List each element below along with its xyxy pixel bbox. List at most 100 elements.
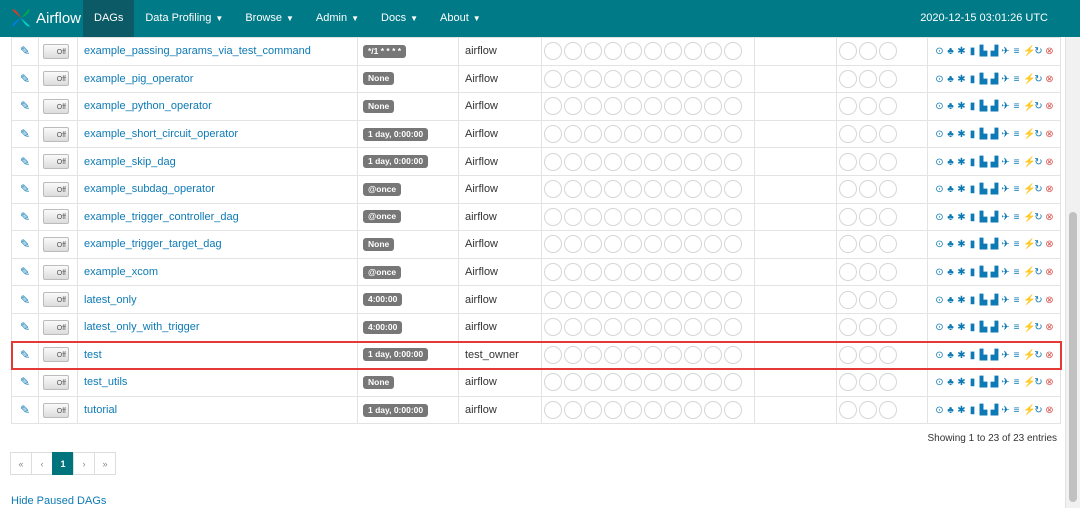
refresh-icon[interactable]: ↻ [1034,129,1043,140]
task-tries-icon[interactable]: ▙ [979,212,988,223]
dag-run-state-circle[interactable] [664,318,682,337]
recent-task-circle[interactable] [839,42,857,61]
dag-run-state-circle[interactable] [544,69,562,88]
edit-icon[interactable]: ✎ [20,403,30,417]
gantt-icon[interactable]: ≡ [1012,157,1021,168]
recent-task-circle[interactable] [839,318,857,337]
dag-link[interactable]: example_skip_dag [84,156,176,168]
dag-run-state-circle[interactable] [724,401,742,420]
logs-icon[interactable]: ⚡ [1023,184,1035,195]
refresh-icon[interactable]: ↻ [1034,322,1043,333]
dag-run-state-circle[interactable] [664,235,682,254]
dag-run-state-circle[interactable] [564,235,582,254]
trigger-dag-icon[interactable]: ⊙ [935,212,944,223]
duration-chart-icon[interactable]: ▮ [968,377,977,388]
prev-page-button[interactable]: ‹ [31,452,53,475]
nav-data-profiling[interactable]: Data Profiling ▼ [134,0,234,37]
code-view-icon[interactable]: ✈ [1001,322,1010,333]
recent-task-circle[interactable] [839,97,857,116]
graph-view-icon[interactable]: ✱ [957,350,966,361]
recent-task-circle[interactable] [879,290,897,309]
dag-run-state-circle[interactable] [544,345,562,364]
edit-icon[interactable]: ✎ [20,293,30,307]
recent-task-circle[interactable] [879,152,897,171]
dag-run-state-circle[interactable] [564,290,582,309]
dag-run-state-circle[interactable] [564,125,582,144]
landing-times-icon[interactable]: ▟ [990,74,999,85]
dag-run-state-circle[interactable] [624,318,642,337]
gantt-icon[interactable]: ≡ [1012,101,1021,112]
dag-run-state-circle[interactable] [664,97,682,116]
refresh-icon[interactable]: ↻ [1034,350,1043,361]
task-tries-icon[interactable]: ▙ [979,101,988,112]
dag-run-state-circle[interactable] [624,235,642,254]
dag-link[interactable]: example_pig_operator [84,73,193,85]
dag-run-state-circle[interactable] [724,318,742,337]
duration-chart-icon[interactable]: ▮ [968,129,977,140]
refresh-icon[interactable]: ↻ [1034,101,1043,112]
dag-run-state-circle[interactable] [624,97,642,116]
refresh-icon[interactable]: ↻ [1034,46,1043,57]
gantt-icon[interactable]: ≡ [1012,184,1021,195]
delete-dag-icon[interactable]: ⊗ [1045,46,1054,57]
dag-run-state-circle[interactable] [544,97,562,116]
dag-run-state-circle[interactable] [664,207,682,226]
graph-view-icon[interactable]: ✱ [957,405,966,416]
delete-dag-icon[interactable]: ⊗ [1045,322,1054,333]
landing-times-icon[interactable]: ▟ [990,184,999,195]
dag-run-state-circle[interactable] [684,318,702,337]
tree-view-icon[interactable]: ♣ [946,46,955,57]
gantt-icon[interactable]: ≡ [1012,267,1021,278]
dag-run-state-circle[interactable] [664,290,682,309]
dag-run-state-circle[interactable] [664,373,682,392]
duration-chart-icon[interactable]: ▮ [968,239,977,250]
code-view-icon[interactable]: ✈ [1001,295,1010,306]
logs-icon[interactable]: ⚡ [1023,405,1035,416]
landing-times-icon[interactable]: ▟ [990,350,999,361]
dag-run-state-circle[interactable] [704,180,722,199]
logs-icon[interactable]: ⚡ [1023,74,1035,85]
recent-task-circle[interactable] [879,69,897,88]
code-view-icon[interactable]: ✈ [1001,212,1010,223]
recent-task-circle[interactable] [839,207,857,226]
task-tries-icon[interactable]: ▙ [979,322,988,333]
dag-run-state-circle[interactable] [704,207,722,226]
dag-run-state-circle[interactable] [704,125,722,144]
pause-toggle[interactable]: Off [43,209,69,225]
pause-toggle[interactable]: Off [43,236,69,252]
duration-chart-icon[interactable]: ▮ [968,295,977,306]
recent-task-circle[interactable] [879,345,897,364]
edit-icon[interactable]: ✎ [20,320,30,334]
edit-icon[interactable]: ✎ [20,375,30,389]
dag-run-state-circle[interactable] [544,42,562,61]
dag-run-state-circle[interactable] [724,125,742,144]
dag-run-state-circle[interactable] [584,207,602,226]
recent-task-circle[interactable] [859,235,877,254]
recent-task-circle[interactable] [859,373,877,392]
logs-icon[interactable]: ⚡ [1023,267,1035,278]
dag-run-state-circle[interactable] [664,345,682,364]
dag-run-state-circle[interactable] [604,97,622,116]
edit-icon[interactable]: ✎ [20,182,30,196]
dag-link[interactable]: example_short_circuit_operator [84,128,238,140]
dag-run-state-circle[interactable] [644,318,662,337]
trigger-dag-icon[interactable]: ⊙ [935,377,944,388]
dag-run-state-circle[interactable] [684,207,702,226]
dag-run-state-circle[interactable] [724,42,742,61]
dag-run-state-circle[interactable] [724,345,742,364]
landing-times-icon[interactable]: ▟ [990,322,999,333]
trigger-dag-icon[interactable]: ⊙ [935,74,944,85]
dag-run-state-circle[interactable] [664,263,682,282]
trigger-dag-icon[interactable]: ⊙ [935,322,944,333]
dag-run-state-circle[interactable] [724,290,742,309]
dag-run-state-circle[interactable] [544,290,562,309]
code-view-icon[interactable]: ✈ [1001,405,1010,416]
next-page-button[interactable]: › [73,452,95,475]
recent-task-circle[interactable] [879,263,897,282]
hide-paused-dags-link[interactable]: Hide Paused DAGs [11,495,106,507]
dag-run-state-circle[interactable] [684,69,702,88]
dag-run-state-circle[interactable] [564,401,582,420]
dag-run-state-circle[interactable] [644,263,662,282]
pause-toggle[interactable]: Off [43,98,69,114]
dag-run-state-circle[interactable] [584,401,602,420]
